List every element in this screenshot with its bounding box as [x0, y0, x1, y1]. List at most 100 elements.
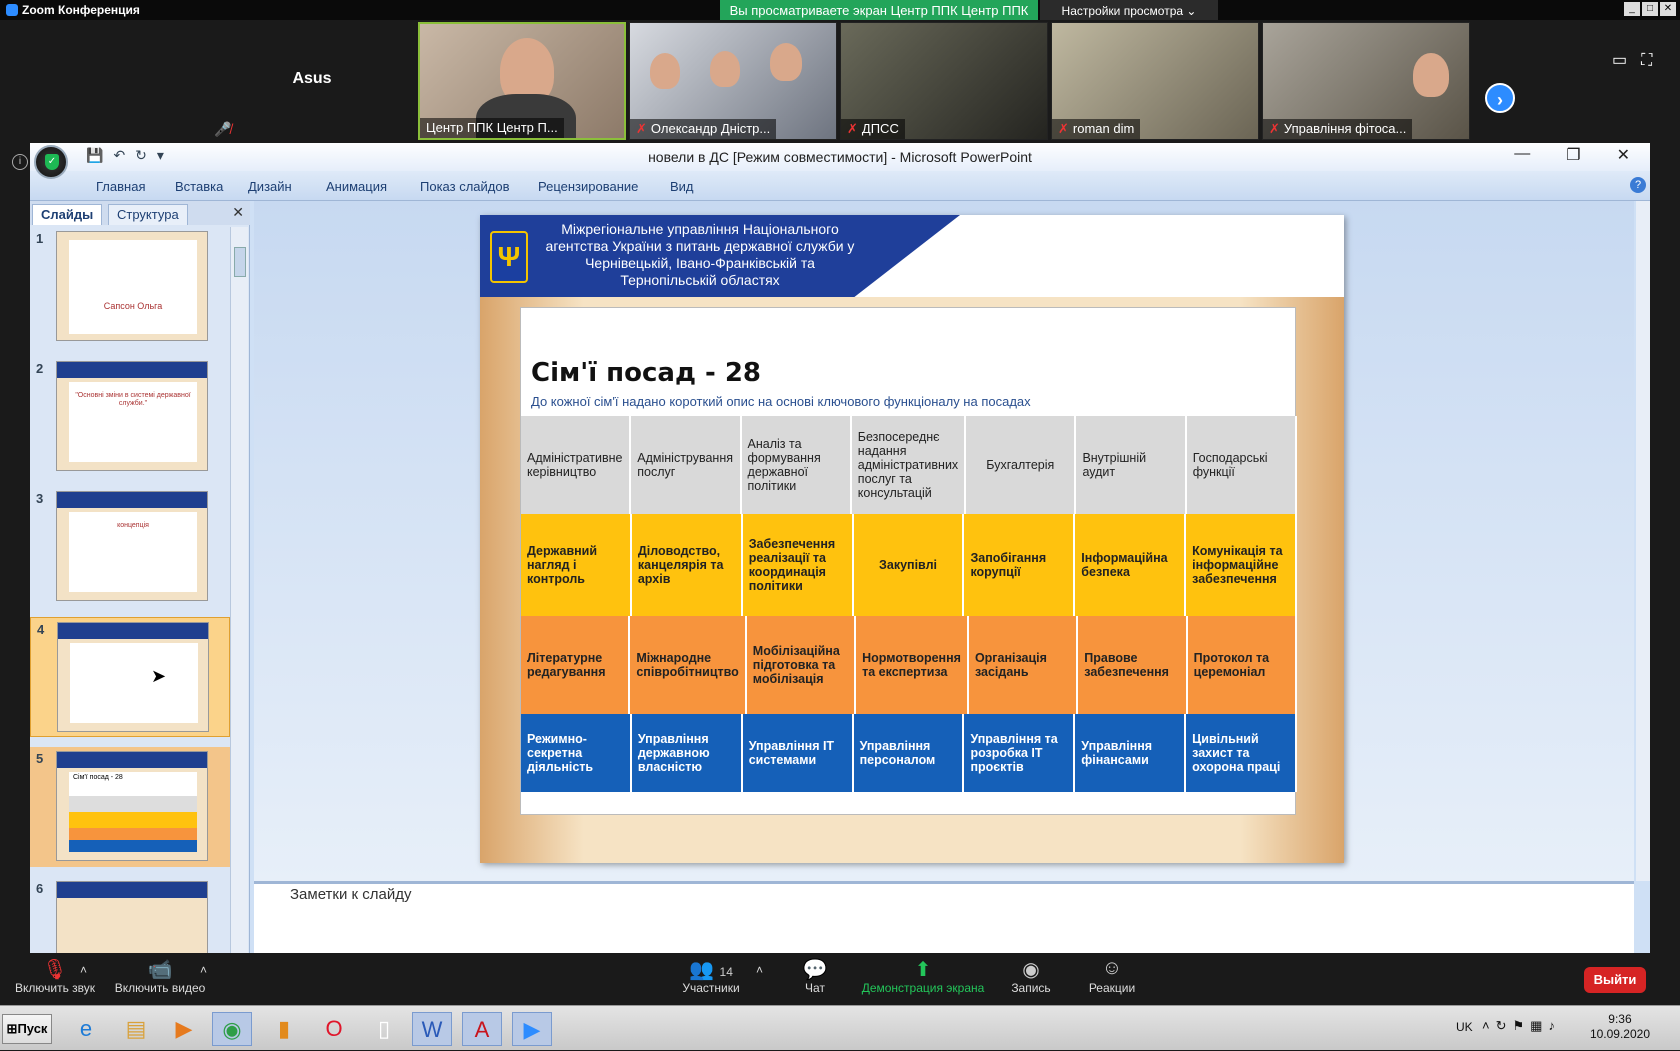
save-icon[interactable]: 💾 — [86, 147, 103, 164]
muted-mic-icon: ✗ — [847, 121, 858, 136]
participant-label: Центр ППК Центр П... — [420, 118, 564, 138]
tab-review[interactable]: Рецензирование — [538, 179, 638, 194]
start-video-button[interactable]: 📹 Включить видео — [112, 957, 208, 995]
word-app-icon[interactable]: W — [412, 1012, 452, 1046]
participant-name: roman dim — [1072, 121, 1135, 136]
app-title-text: Zoom Конференция — [22, 3, 140, 17]
video-tile-speaker[interactable]: Центр ППК Центр П... — [418, 22, 626, 140]
participant-name: Центр ППК Центр П... — [426, 120, 558, 135]
language-indicator[interactable]: UK — [1456, 1020, 1473, 1034]
documents-app-icon[interactable]: ▮ — [264, 1012, 304, 1046]
windows-logo-icon: ⊞ — [6, 1021, 18, 1036]
fullscreen-icon[interactable]: ⛶ — [1641, 52, 1666, 69]
start-video-label: Включить видео — [114, 981, 206, 995]
chevron-right-icon: › — [1497, 90, 1503, 110]
ppt-minimize-button[interactable]: — — [1514, 145, 1530, 165]
grid-cell: Управління персоналом — [853, 714, 965, 792]
close-icon[interactable]: ✕ — [232, 204, 244, 221]
video-tile[interactable]: ✗ roman dim — [1051, 22, 1259, 140]
tab-slides[interactable]: Слайды — [32, 204, 103, 225]
undo-icon[interactable]: ↶ — [113, 147, 125, 164]
zoom-app-icon[interactable]: ▶ — [512, 1012, 552, 1046]
reactions-label: Реакции — [1088, 981, 1136, 995]
tray-icons[interactable]: ˄↻⚑▦♪ — [1482, 1018, 1561, 1034]
panel-scrollbar[interactable] — [230, 227, 248, 953]
coat-of-arms-icon: Ψ — [490, 231, 528, 283]
slide-thumbnail-3[interactable]: 3 концепція — [30, 487, 230, 607]
tab-slideshow[interactable]: Показ слайдов — [420, 179, 510, 194]
ppt-close-button[interactable]: ✕ — [1617, 145, 1630, 165]
quick-access-toolbar: 💾 ↶ ↻ ▾ — [86, 147, 164, 164]
slide-thumbnail-5[interactable]: 5 Сім'ї посад - 28 — [30, 747, 230, 867]
app-title: Zoom Конференция — [6, 3, 140, 17]
record-button[interactable]: ◉ Запись — [1006, 957, 1056, 995]
grid-cell: Літературне редагування — [521, 616, 631, 714]
customize-qat-icon[interactable]: ▾ — [157, 147, 164, 164]
reactions-icon: ☺ — [1101, 957, 1123, 979]
video-options-caret[interactable]: ˄ — [200, 963, 207, 977]
stage-scrollbar[interactable] — [1636, 201, 1650, 881]
tab-insert[interactable]: Вставка — [175, 179, 223, 194]
opera-app-icon[interactable]: O — [314, 1012, 354, 1046]
participants-button[interactable]: 👥 14 Участники — [676, 957, 746, 995]
thumbnail-image — [57, 622, 209, 732]
record-label: Запись — [1011, 981, 1051, 995]
tab-view[interactable]: Вид — [670, 179, 694, 194]
clock[interactable]: 9:36 10.09.2020 — [1590, 1012, 1650, 1042]
grid-cell: Мобілізаційна підготовка та мобілізація — [746, 616, 857, 714]
ie-app-icon[interactable]: e — [66, 1012, 106, 1046]
audio-options-caret[interactable]: ˄ — [80, 963, 87, 977]
view-settings-dropdown[interactable]: Настройки просмотра ⌄ — [1040, 0, 1218, 22]
update-icon: ↻ — [1495, 1018, 1513, 1033]
ppt-window-title: новели в ДС [Режим совместимости] - Micr… — [648, 149, 1032, 165]
video-tile[interactable]: ✗ Управління фітоса... — [1262, 22, 1470, 140]
slide-thumbnail-4[interactable]: 4 ➤ — [30, 617, 230, 737]
participants-caret[interactable]: ˄ — [756, 963, 763, 977]
thumbnail-caption: Сапсон Ольга — [103, 301, 163, 311]
help-icon[interactable]: ? — [1630, 177, 1646, 193]
close-button[interactable]: ✕ — [1660, 2, 1676, 16]
thumbnail-number: 2 — [36, 361, 44, 376]
grid-cell: Режимно-секретна діяльність — [521, 714, 632, 792]
slide-thumbnail-6[interactable]: 6 — [30, 877, 230, 953]
thumbnail-caption: Сім'ї посад - 28 — [73, 774, 123, 781]
start-button[interactable]: ⊞Пуск — [2, 1014, 52, 1044]
record-icon: ◉ — [1022, 959, 1040, 981]
video-tile[interactable]: ✗ Олександр Дністр... — [629, 22, 837, 140]
next-page-button[interactable]: › — [1485, 83, 1515, 113]
participant-video — [650, 53, 680, 89]
office-button[interactable]: ✓ — [34, 145, 68, 179]
maximize-button[interactable]: □ — [1642, 2, 1658, 16]
share-screen-button[interactable]: ⬆ Демонстрация экрана — [858, 957, 988, 995]
info-icon[interactable]: i — [12, 154, 28, 170]
tab-design[interactable]: Дизайн — [248, 179, 292, 194]
slide-stage: Ψ Міжрегіональне управління Національног… — [254, 201, 1634, 881]
windows-taskbar: ⊞Пуск e ▤ ▶ ◉ ▮ O ▯ W A ▶ UK ˄↻⚑▦♪ 9:36 1… — [0, 1005, 1680, 1050]
grid-cell: Державний нагляд і контроль — [521, 514, 632, 616]
redo-icon[interactable]: ↻ — [135, 147, 147, 164]
tab-home[interactable]: Главная — [96, 179, 145, 194]
participant-video — [770, 43, 802, 81]
acrobat-app-icon[interactable]: A — [462, 1012, 502, 1046]
media-player-app-icon[interactable]: ▶ — [164, 1012, 204, 1046]
chat-button[interactable]: 💬 Чат — [790, 957, 840, 995]
slide-thumbnail-2[interactable]: 2 "Основні зміни в системі державної слу… — [30, 357, 230, 477]
ppt-restore-button[interactable]: ❐ — [1566, 145, 1580, 165]
current-slide[interactable]: Ψ Міжрегіональне управління Національног… — [480, 215, 1344, 863]
tab-outline[interactable]: Структура — [108, 204, 188, 225]
layout-icon[interactable]: ▭ — [1612, 52, 1641, 69]
notes-pane[interactable]: Заметки к слайду — [254, 881, 1634, 953]
reactions-button[interactable]: ☺ Реакции — [1082, 957, 1142, 995]
video-tile[interactable]: ✗ ДПСС — [840, 22, 1048, 140]
muted-mic-icon: ✗ — [1269, 121, 1280, 136]
video-tile-asus[interactable]: Asus 🎤̸ — [208, 22, 416, 140]
ppt-titlebar: новели в ДС [Режим совместимости] - Micr… — [30, 143, 1650, 171]
blank-document-app-icon[interactable]: ▯ — [364, 1012, 404, 1046]
chrome-app-icon[interactable]: ◉ — [212, 1012, 252, 1046]
scroll-thumb[interactable] — [234, 247, 246, 277]
tab-animation[interactable]: Анимация — [326, 179, 387, 194]
leave-button[interactable]: Выйти — [1584, 967, 1646, 993]
slide-thumbnail-1[interactable]: 1 Сапсон Ольга — [30, 227, 230, 347]
explorer-app-icon[interactable]: ▤ — [116, 1012, 156, 1046]
minimize-button[interactable]: _ — [1624, 2, 1640, 16]
